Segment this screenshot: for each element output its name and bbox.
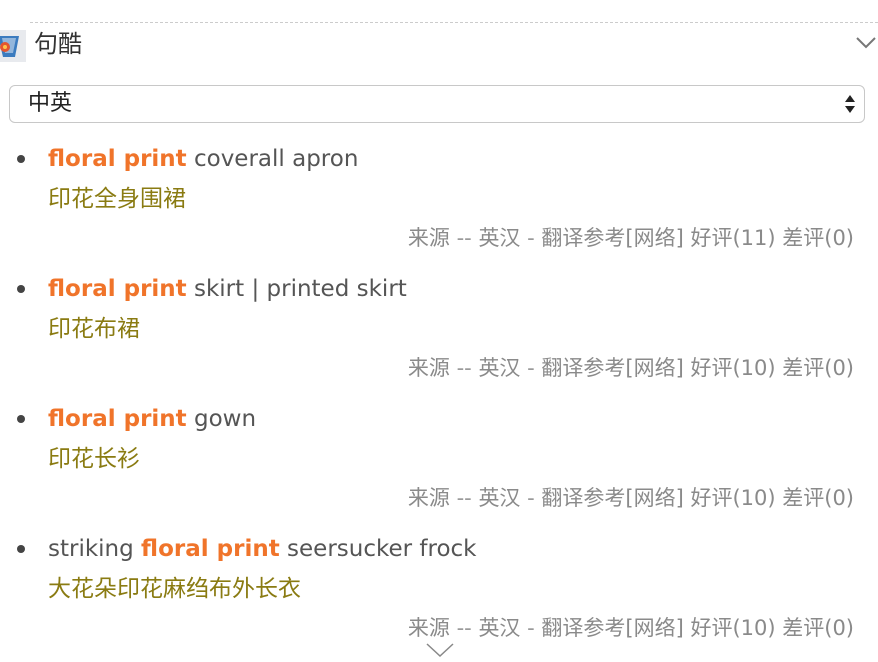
source-label: 来源 (407, 486, 450, 510)
top-divider (30, 22, 878, 23)
bad-count: (0) (824, 616, 854, 640)
bad-count: (0) (824, 226, 854, 250)
source-separator: -- (449, 616, 479, 640)
keyword-highlight: floral print (141, 536, 280, 562)
bad-label: 差评 (782, 226, 825, 250)
reference-label: 翻译参考[网络] (541, 356, 684, 380)
bullet (17, 155, 25, 163)
sentence-item: floral print gown 印花长衫 来源 -- 英汉 - 翻译参考[网… (0, 400, 878, 530)
bad-label: 差评 (782, 616, 825, 640)
source-dict: 英汉 (478, 226, 521, 250)
source-dict: 英汉 (478, 616, 521, 640)
good-label: 好评 (690, 356, 733, 380)
bad-count: (0) (824, 486, 854, 510)
source-label: 来源 (407, 356, 450, 380)
sentence-meta: 来源 -- 英汉 - 翻译参考[网络] 好评(10) 差评(0) (408, 612, 854, 644)
good-label: 好评 (690, 616, 733, 640)
jukuu-sentence-panel: 句酷 中英 floral print coverall apron 印花全身围裙… (0, 0, 878, 662)
english-prefix: striking (48, 536, 142, 562)
reference-label: 翻译参考[网络] (541, 226, 684, 250)
select-arrows-icon (844, 93, 856, 115)
keyword-highlight: floral print (48, 406, 187, 432)
language-select[interactable]: 中英 (9, 85, 865, 123)
chevron-down-icon[interactable] (425, 642, 455, 658)
chinese-translation: 印花全身围裙 (48, 186, 186, 212)
section-title: 句酷 (34, 30, 82, 58)
bad-rating-button[interactable]: 差评(0) (782, 616, 854, 640)
keyword-highlight: floral print (48, 276, 187, 302)
good-count: (10) (732, 616, 776, 640)
source-label: 来源 (407, 226, 450, 250)
sentence-meta: 来源 -- 英汉 - 翻译参考[网络] 好评(11) 差评(0) (408, 222, 854, 254)
good-rating-button[interactable]: 好评(11) (690, 226, 775, 250)
sentence-meta: 来源 -- 英汉 - 翻译参考[网络] 好评(10) 差评(0) (408, 352, 854, 384)
good-rating-button[interactable]: 好评(10) (690, 616, 775, 640)
reference-label: 翻译参考[网络] (541, 486, 684, 510)
good-rating-button[interactable]: 好评(10) (690, 486, 775, 510)
english-suffix: coverall apron (186, 146, 359, 172)
source-dict: 英汉 (478, 486, 521, 510)
good-count: (10) (732, 356, 776, 380)
sentence-list: floral print coverall apron 印花全身围裙 来源 --… (0, 140, 878, 660)
bullet (17, 545, 25, 553)
chevron-down-icon[interactable] (856, 34, 876, 49)
source-separator: -- (449, 486, 479, 510)
good-count: (10) (732, 486, 776, 510)
bad-rating-button[interactable]: 差评(0) (782, 226, 854, 250)
bad-rating-button[interactable]: 差评(0) (782, 356, 854, 380)
source-separator: -- (449, 356, 479, 380)
english-sentence: floral print gown (48, 402, 256, 436)
good-count: (11) (732, 226, 776, 250)
english-suffix: skirt | printed skirt (186, 276, 407, 302)
jukuu-logo-icon (0, 30, 26, 62)
bad-rating-button[interactable]: 差评(0) (782, 486, 854, 510)
keyword-highlight: floral print (48, 146, 187, 172)
sentence-item: floral print coverall apron 印花全身围裙 来源 --… (0, 140, 878, 270)
bad-count: (0) (824, 356, 854, 380)
language-select-value: 中英 (28, 91, 73, 116)
bullet (17, 415, 25, 423)
good-rating-button[interactable]: 好评(10) (690, 356, 775, 380)
bad-label: 差评 (782, 356, 825, 380)
section-header[interactable]: 句酷 (0, 24, 878, 64)
chinese-translation: 大花朵印花麻绉布外长衣 (48, 576, 301, 602)
reference-separator: - (520, 356, 542, 380)
reference-label: 翻译参考[网络] (541, 616, 684, 640)
good-label: 好评 (690, 486, 733, 510)
source-label: 来源 (407, 616, 450, 640)
english-suffix: seersucker frock (279, 536, 477, 562)
reference-separator: - (520, 226, 542, 250)
good-label: 好评 (690, 226, 733, 250)
sentence-meta: 来源 -- 英汉 - 翻译参考[网络] 好评(10) 差评(0) (408, 482, 854, 514)
bad-label: 差评 (782, 486, 825, 510)
reference-separator: - (520, 616, 542, 640)
source-separator: -- (449, 226, 479, 250)
english-sentence: striking floral print seersucker frock (48, 532, 476, 566)
bullet (17, 285, 25, 293)
sentence-item: striking floral print seersucker frock 大… (0, 530, 878, 660)
source-dict: 英汉 (478, 356, 521, 380)
english-sentence: floral print skirt | printed skirt (48, 272, 407, 306)
chinese-translation: 印花长衫 (48, 446, 140, 472)
english-suffix: gown (186, 406, 257, 432)
chinese-translation: 印花布裙 (48, 316, 140, 342)
english-sentence: floral print coverall apron (48, 142, 358, 176)
reference-separator: - (520, 486, 542, 510)
sentence-item: floral print skirt | printed skirt 印花布裙 … (0, 270, 878, 400)
